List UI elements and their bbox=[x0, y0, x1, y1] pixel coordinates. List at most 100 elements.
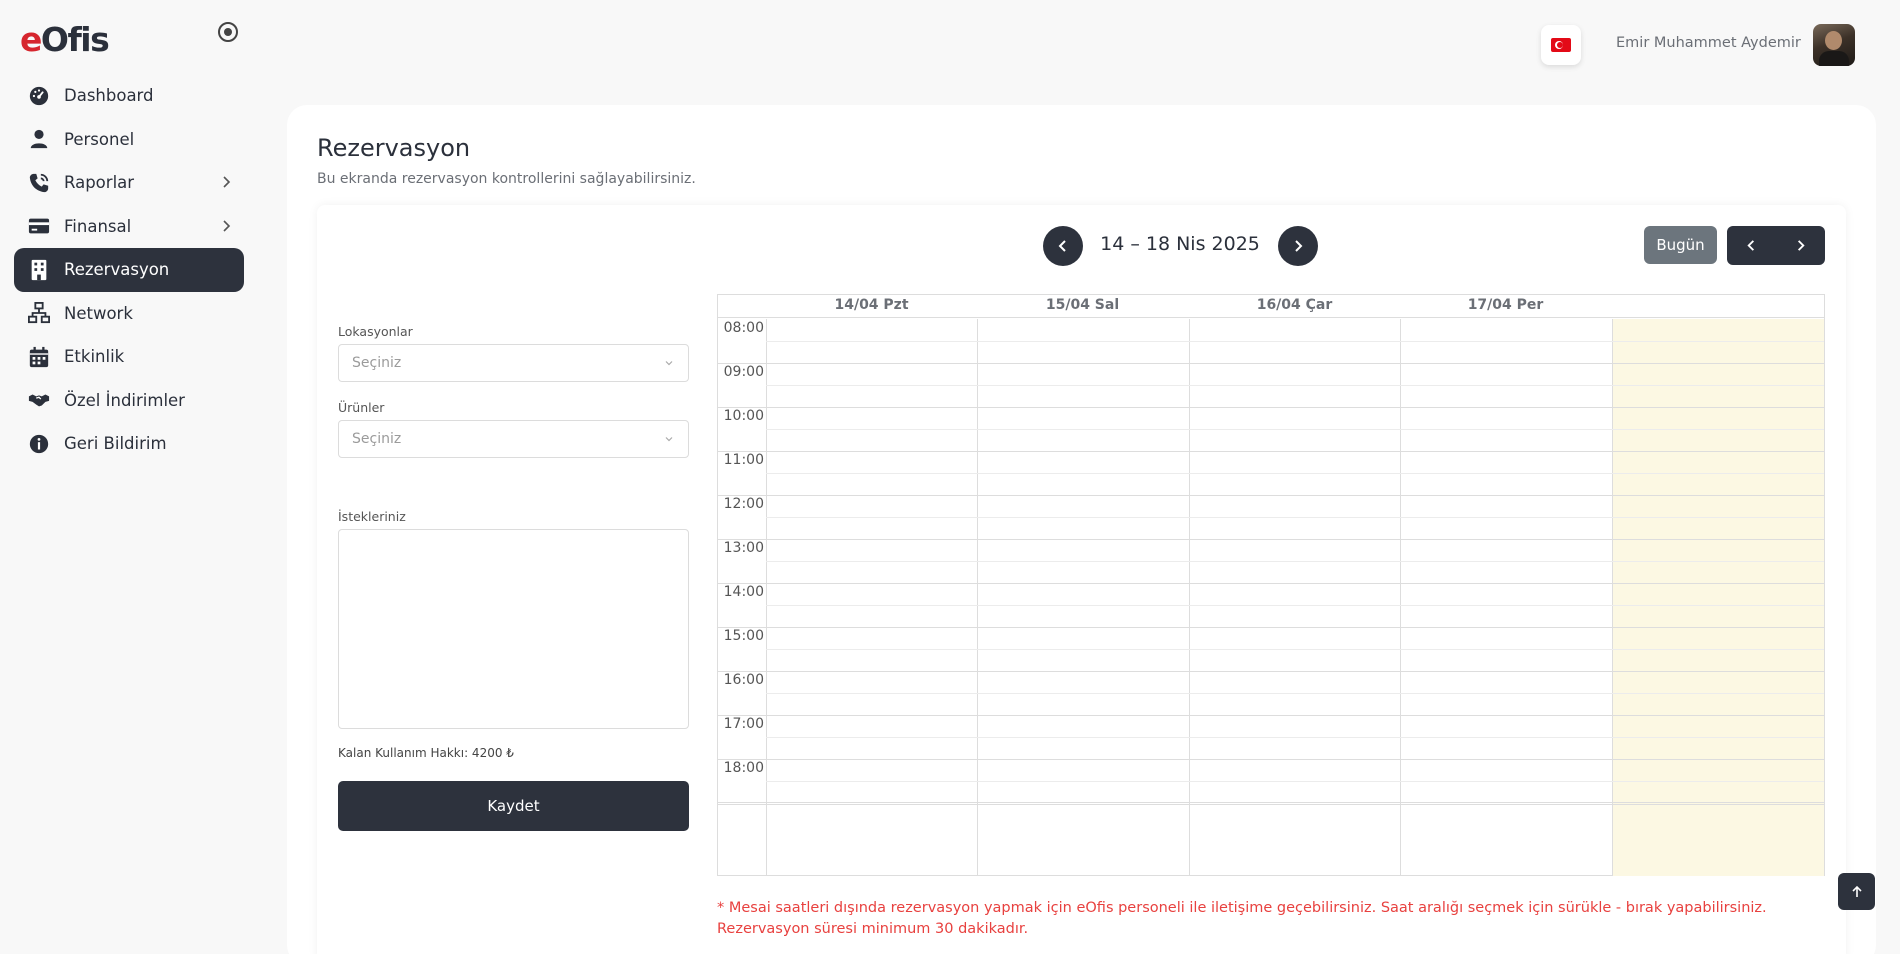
sidebar: eOfis Dashboard Personel Raporlar Finans… bbox=[0, 0, 258, 954]
products-select[interactable]: Seçiniz bbox=[338, 420, 689, 458]
date-range: 14 – 18 Nis 2025 bbox=[1100, 233, 1260, 255]
hour-line bbox=[718, 583, 1824, 584]
hour-line bbox=[718, 495, 1824, 496]
sidebar-item-personel[interactable]: Personel bbox=[14, 118, 244, 162]
grid-column-line bbox=[766, 319, 767, 876]
half-hour-line bbox=[766, 781, 1824, 782]
calendar-pager bbox=[1727, 226, 1825, 265]
chevron-down-icon bbox=[665, 361, 673, 366]
day-header: 16/04 Çar bbox=[1256, 297, 1333, 313]
sidebar-item-label: Network bbox=[64, 303, 133, 323]
time-label: 14:00 bbox=[723, 584, 764, 600]
time-label: 11:00 bbox=[723, 452, 764, 468]
week-calendar[interactable]: 14/04 Pzt 15/04 Sal 16/04 Çar 17/04 Per 08:… bbox=[717, 294, 1825, 876]
phone-icon bbox=[28, 172, 50, 194]
network-icon bbox=[28, 302, 50, 324]
logo-e: e bbox=[20, 20, 42, 59]
page-title: Rezervasyon bbox=[317, 134, 471, 162]
sidebar-item-label: Finansal bbox=[64, 216, 132, 236]
day-header: 14/04 Pzt bbox=[834, 297, 909, 313]
chevron-right-icon bbox=[1797, 240, 1805, 251]
turkey-flag-icon bbox=[1551, 38, 1571, 52]
half-hour-line bbox=[766, 517, 1824, 518]
grid-column-line bbox=[1189, 319, 1190, 876]
arrow-up-icon bbox=[1851, 885, 1862, 897]
eofis-logo[interactable]: eOfis bbox=[20, 20, 110, 60]
today-button[interactable]: Bugün bbox=[1644, 226, 1717, 264]
chevron-right-icon bbox=[223, 176, 231, 188]
page-subtitle: Bu ekranda rezervasyon kontrollerini sağ… bbox=[317, 171, 696, 187]
locations-placeholder: Seçiniz bbox=[352, 355, 402, 371]
prev-week-button[interactable] bbox=[1043, 226, 1083, 266]
requests-textarea[interactable] bbox=[338, 529, 689, 729]
half-hour-line bbox=[766, 385, 1824, 386]
half-hour-line bbox=[766, 341, 1824, 342]
time-label: 16:00 bbox=[723, 672, 764, 688]
grid-column-line bbox=[1400, 319, 1401, 876]
calendar-icon bbox=[28, 346, 50, 368]
credit-card-icon bbox=[28, 215, 50, 237]
sidebar-nav: Dashboard Personel Raporlar Finansal Rez… bbox=[14, 74, 244, 466]
half-hour-line bbox=[766, 429, 1824, 430]
time-label: 08:00 bbox=[723, 320, 764, 336]
sidebar-item-dashboard[interactable]: Dashboard bbox=[14, 74, 244, 118]
half-hour-line bbox=[766, 605, 1824, 606]
sidebar-item-rezervasyon[interactable]: Rezervasyon bbox=[14, 248, 244, 292]
half-hour-line bbox=[766, 649, 1824, 650]
time-label: 15:00 bbox=[723, 628, 764, 644]
half-hour-line bbox=[766, 561, 1824, 562]
language-button[interactable] bbox=[1541, 25, 1581, 65]
sidebar-item-label: Özel İndirimler bbox=[64, 390, 185, 410]
sidebar-item-raporlar[interactable]: Raporlar bbox=[14, 161, 244, 205]
sidebar-toggle-icon[interactable] bbox=[218, 22, 238, 42]
sidebar-item-geri-bildirim[interactable]: Geri Bildirim bbox=[14, 422, 244, 466]
sidebar-item-label: Geri Bildirim bbox=[64, 434, 167, 454]
chevron-right-icon bbox=[223, 219, 231, 232]
sidebar-item-label: Raporlar bbox=[64, 173, 135, 193]
chevron-left-icon bbox=[1058, 240, 1066, 252]
grid-column-line bbox=[1612, 319, 1613, 876]
calendar-header: 14/04 Pzt 15/04 Sal 16/04 Çar 17/04 Per bbox=[718, 295, 1824, 318]
half-hour-line bbox=[766, 473, 1824, 474]
sidebar-item-label: Dashboard bbox=[64, 86, 154, 106]
calendar-next-button[interactable] bbox=[1776, 226, 1825, 265]
sidebar-item-network[interactable]: Network bbox=[14, 292, 244, 336]
products-placeholder: Seçiniz bbox=[352, 431, 402, 447]
scroll-to-top-button[interactable] bbox=[1838, 873, 1875, 910]
next-week-button[interactable] bbox=[1278, 226, 1318, 266]
chevron-down-icon bbox=[665, 437, 673, 442]
sidebar-item-label: Personel bbox=[64, 129, 135, 149]
gauge-icon bbox=[28, 85, 50, 107]
avatar[interactable] bbox=[1813, 24, 1855, 66]
calendar-bottom-separator bbox=[718, 802, 1824, 805]
today-column[interactable] bbox=[1612, 319, 1824, 876]
notice-line-2: Rezervasyon süresi minimum 30 dakikadır. bbox=[717, 921, 1029, 937]
sidebar-item-etkinlik[interactable]: Etkinlik bbox=[14, 335, 244, 379]
sidebar-item-label: Rezervasyon bbox=[64, 260, 170, 280]
half-hour-line bbox=[766, 737, 1824, 738]
locations-select[interactable]: Seçiniz bbox=[338, 344, 689, 382]
chevron-left-icon bbox=[1747, 240, 1755, 251]
sidebar-item-finansal[interactable]: Finansal bbox=[14, 205, 244, 249]
products-label: Ürünler bbox=[338, 400, 385, 415]
logo-text: Ofis bbox=[40, 20, 110, 59]
time-label: 18:00 bbox=[723, 760, 764, 776]
building-icon bbox=[28, 259, 50, 281]
hour-line bbox=[718, 363, 1824, 364]
save-button[interactable]: Kaydet bbox=[338, 781, 689, 831]
calendar-prev-button[interactable] bbox=[1727, 226, 1776, 265]
notice-line-1: * Mesai saatleri dışında rezervasyon yap… bbox=[717, 900, 1767, 916]
half-hour-line bbox=[766, 693, 1824, 694]
day-header: 15/04 Sal bbox=[1045, 297, 1120, 313]
time-label: 09:00 bbox=[723, 364, 764, 380]
handshake-icon bbox=[28, 389, 50, 411]
sidebar-item-ozel-indirimler[interactable]: Özel İndirimler bbox=[14, 379, 244, 423]
hour-line bbox=[718, 671, 1824, 672]
info-icon bbox=[28, 433, 50, 455]
time-label: 10:00 bbox=[723, 408, 764, 424]
user-name[interactable]: Emir Muhammet Aydemir bbox=[1616, 35, 1801, 51]
locations-label: Lokasyonlar bbox=[338, 324, 413, 339]
user-icon bbox=[28, 128, 50, 150]
hour-line bbox=[718, 407, 1824, 408]
time-label: 13:00 bbox=[723, 540, 764, 556]
